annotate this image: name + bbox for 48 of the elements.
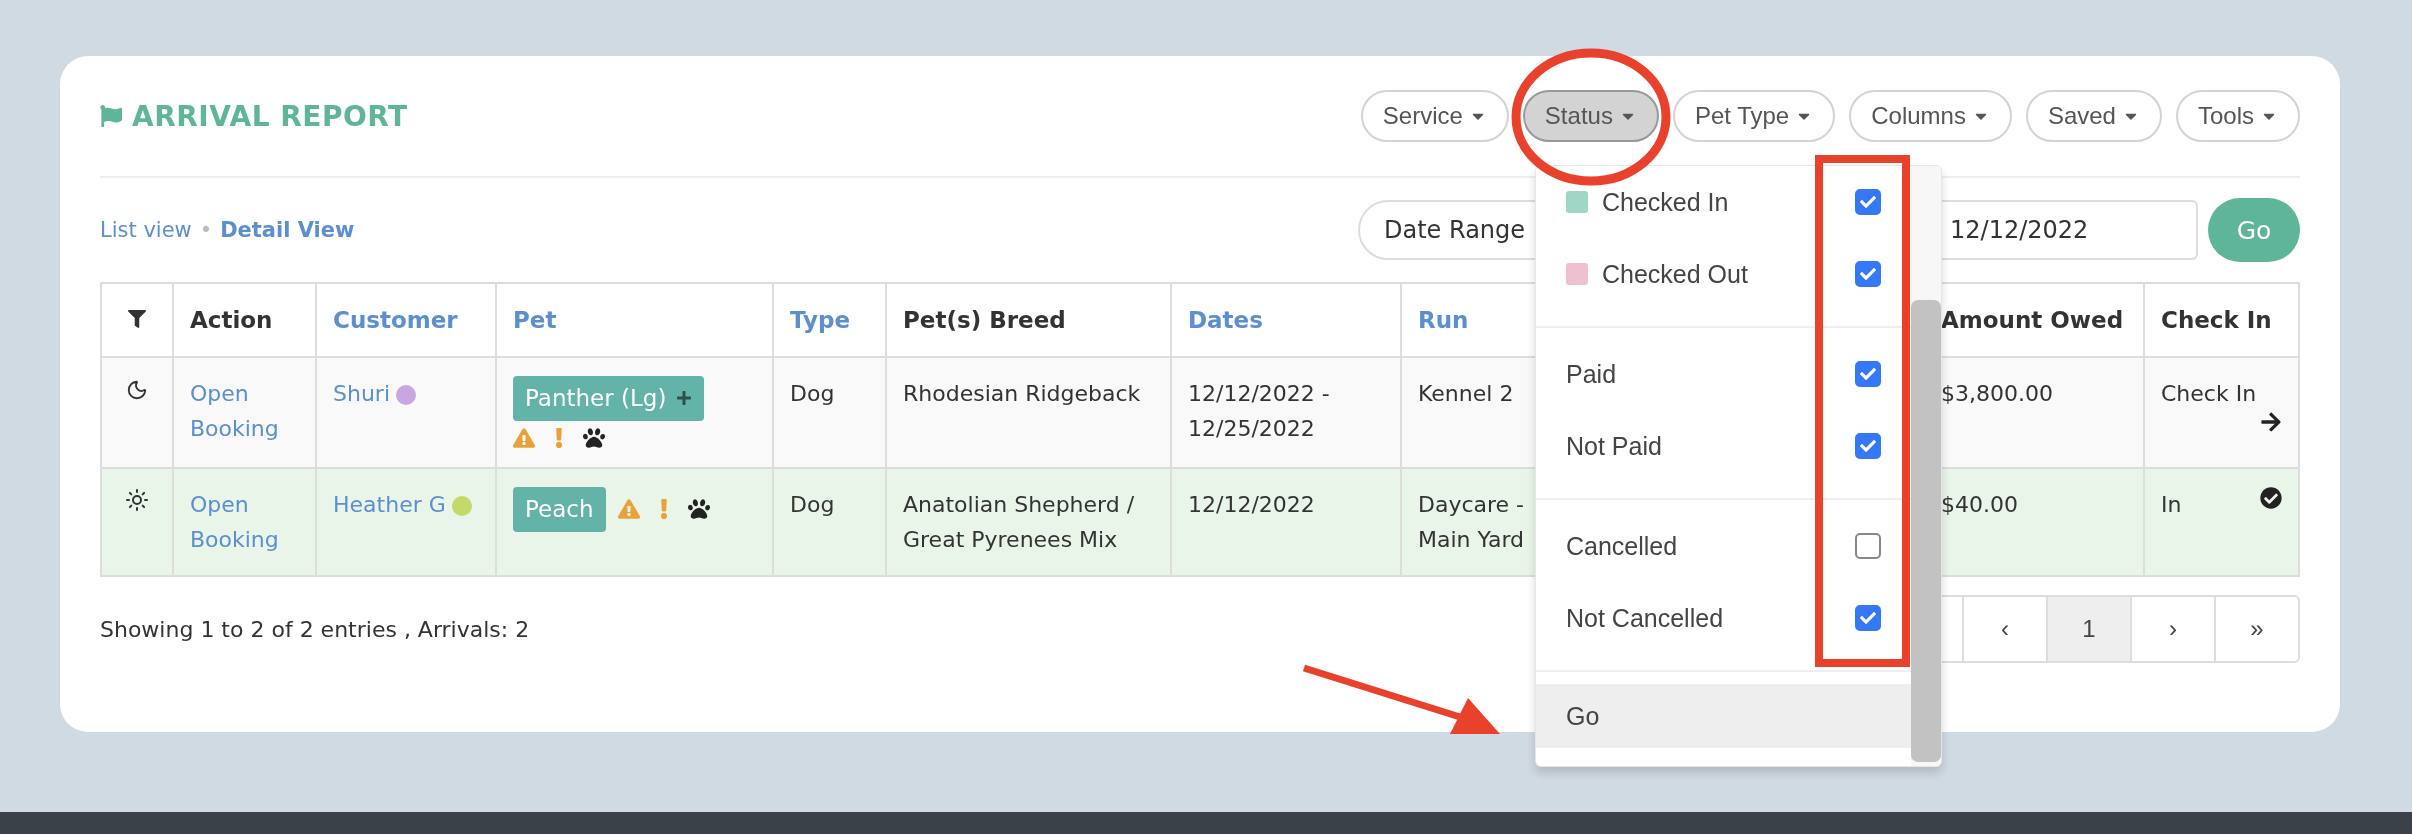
entries-summary: Showing 1 to 2 of 2 entries , Arrivals: 2 — [100, 616, 530, 642]
check-icon — [1860, 438, 1876, 454]
arrow-right-icon[interactable] — [2260, 411, 2282, 434]
table-cell: Daycare - Main Yard — [1418, 491, 1525, 552]
moon-icon — [126, 379, 148, 401]
warning-icon — [617, 498, 640, 521]
table-cell: Rhodesian Ridgeback — [903, 381, 1141, 406]
checkbox[interactable] — [1855, 189, 1881, 215]
plus-icon[interactable] — [676, 390, 693, 407]
filter-dropdown[interactable]: Status — [1522, 90, 1659, 142]
paw-icon — [687, 498, 710, 521]
menu-go-button[interactable]: Go — [1536, 684, 1911, 748]
filter-dropdown[interactable]: Saved — [2025, 90, 2162, 142]
check-icon — [1860, 610, 1876, 626]
scrollbar[interactable] — [1911, 300, 1941, 762]
table-cell: Dog — [790, 491, 835, 517]
checkbox[interactable] — [1855, 261, 1881, 287]
checkbox[interactable] — [1855, 533, 1881, 559]
checkbox[interactable] — [1855, 361, 1881, 387]
report-title: ARRIVAL REPORT — [132, 99, 408, 133]
flag-icon — [100, 105, 122, 127]
table-cell: 12/12/2022 - 12/25/2022 — [1188, 381, 1330, 442]
checkbox[interactable] — [1855, 433, 1881, 459]
check-icon — [1860, 266, 1876, 282]
table-cell: Dog — [790, 381, 835, 406]
status-option[interactable]: Not Cancelled — [1536, 582, 1911, 654]
table-cell: 12/12/2022 — [1188, 491, 1315, 517]
check-in-label: In — [2161, 490, 2182, 519]
filter-dropdown[interactable]: Pet Type — [1672, 90, 1836, 142]
filter-icon[interactable] — [128, 310, 146, 328]
status-option[interactable]: Not Paid — [1536, 410, 1911, 482]
separator-dot: • — [199, 218, 213, 242]
table-cell: Kennel 2 — [1418, 381, 1514, 406]
filter-dropdown[interactable]: Service — [1360, 90, 1509, 142]
table-cell: Anatolian Shepherd / Great Pyrenees Mix — [903, 491, 1135, 552]
page-button[interactable]: » — [2214, 597, 2298, 662]
check-icon — [1860, 366, 1876, 382]
page-button[interactable]: 1 — [2046, 597, 2130, 662]
table-cell: $3,800.00 — [1941, 381, 2053, 406]
sun-icon — [125, 487, 149, 512]
status-option[interactable]: Cancelled — [1536, 510, 1911, 582]
check-icon — [1860, 194, 1876, 210]
filter-dropdown[interactable]: Columns — [1849, 90, 2012, 142]
warning-icon — [513, 426, 535, 449]
filter-dropdown[interactable]: Tools — [2175, 90, 2300, 142]
table-cell: $40.00 — [1941, 491, 2018, 517]
paw-icon — [583, 426, 605, 449]
checkbox[interactable] — [1855, 605, 1881, 631]
